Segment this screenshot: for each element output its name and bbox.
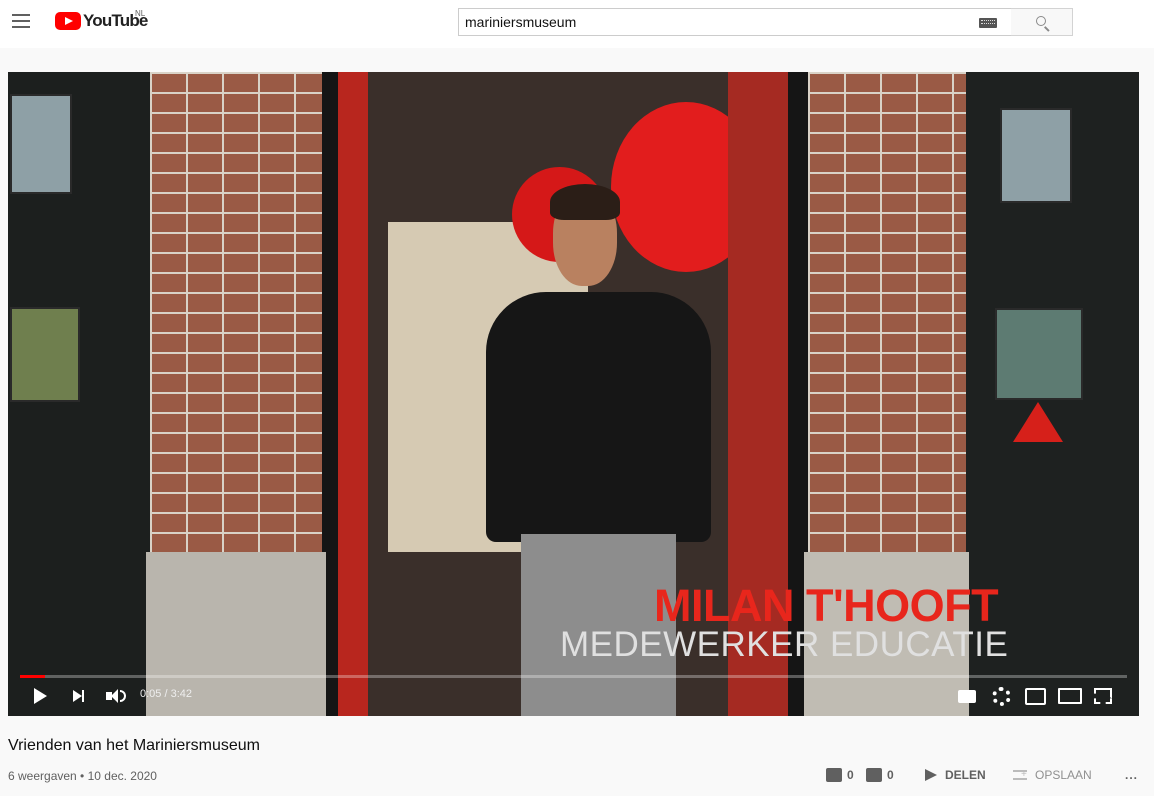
- masthead: YouTube NL: [0, 0, 1154, 48]
- youtube-logo[interactable]: YouTube NL: [55, 9, 148, 32]
- search-input[interactable]: [459, 9, 959, 35]
- share-button[interactable]: DELEN: [925, 768, 986, 782]
- progress-bar[interactable]: [20, 675, 1127, 678]
- hamburger-menu-icon[interactable]: [12, 14, 30, 28]
- window: [995, 308, 1083, 400]
- search-button[interactable]: [1011, 8, 1073, 36]
- presenter-body: [486, 292, 711, 542]
- red-door-frame: [338, 72, 368, 716]
- volume-icon[interactable]: [104, 684, 128, 708]
- thumbs-up-icon: [826, 768, 842, 782]
- keyboard-icon[interactable]: [979, 18, 997, 28]
- search-icon: [1035, 16, 1046, 26]
- save-label: OPSLAAN: [1035, 768, 1092, 782]
- like-count: 0: [847, 768, 854, 782]
- next-icon[interactable]: [68, 684, 88, 708]
- fullscreen-icon[interactable]: [1092, 684, 1114, 708]
- dislike-count: 0: [887, 768, 894, 782]
- theater-mode-icon[interactable]: [1058, 684, 1082, 708]
- video-meta: 6 weergaven • 10 dec. 2020: [8, 769, 157, 783]
- brick-pillar: [808, 72, 966, 572]
- presenter-hair: [550, 184, 620, 220]
- progress-fill: [20, 675, 45, 678]
- playlist-add-icon: [1013, 769, 1027, 780]
- thumbs-down-icon: [866, 768, 882, 782]
- play-icon[interactable]: [30, 684, 50, 708]
- save-button[interactable]: OPSLAAN: [1013, 768, 1092, 782]
- video-frame: MILAN T'HOOFT MEDEWERKER EDUCATIE: [8, 72, 1139, 716]
- window: [10, 94, 72, 194]
- warning-sign-icon: [1013, 402, 1063, 442]
- play-logo-icon: [55, 12, 81, 30]
- search-box[interactable]: [458, 8, 1012, 36]
- window: [10, 307, 80, 402]
- settings-icon[interactable]: [990, 684, 1012, 708]
- time-display: 0:05 / 3:42: [140, 688, 192, 700]
- video-player[interactable]: MILAN T'HOOFT MEDEWERKER EDUCATIE 0:05 /…: [8, 72, 1139, 716]
- lower-third-role: MEDEWERKER EDUCATIE: [560, 625, 1009, 664]
- video-title: Vrienden van het Mariniersmuseum: [8, 737, 260, 754]
- like-button[interactable]: 0: [826, 768, 854, 782]
- more-icon: ...: [1125, 768, 1139, 782]
- miniplayer-icon[interactable]: [1024, 684, 1046, 708]
- window: [1000, 108, 1072, 203]
- more-actions-button[interactable]: ...: [1125, 768, 1138, 782]
- country-code: NL: [135, 9, 146, 18]
- subtitles-icon[interactable]: [956, 684, 978, 708]
- share-label: DELEN: [945, 768, 986, 782]
- dislike-button[interactable]: 0: [866, 768, 894, 782]
- share-icon: [925, 769, 937, 781]
- brick-pillar: [150, 72, 322, 572]
